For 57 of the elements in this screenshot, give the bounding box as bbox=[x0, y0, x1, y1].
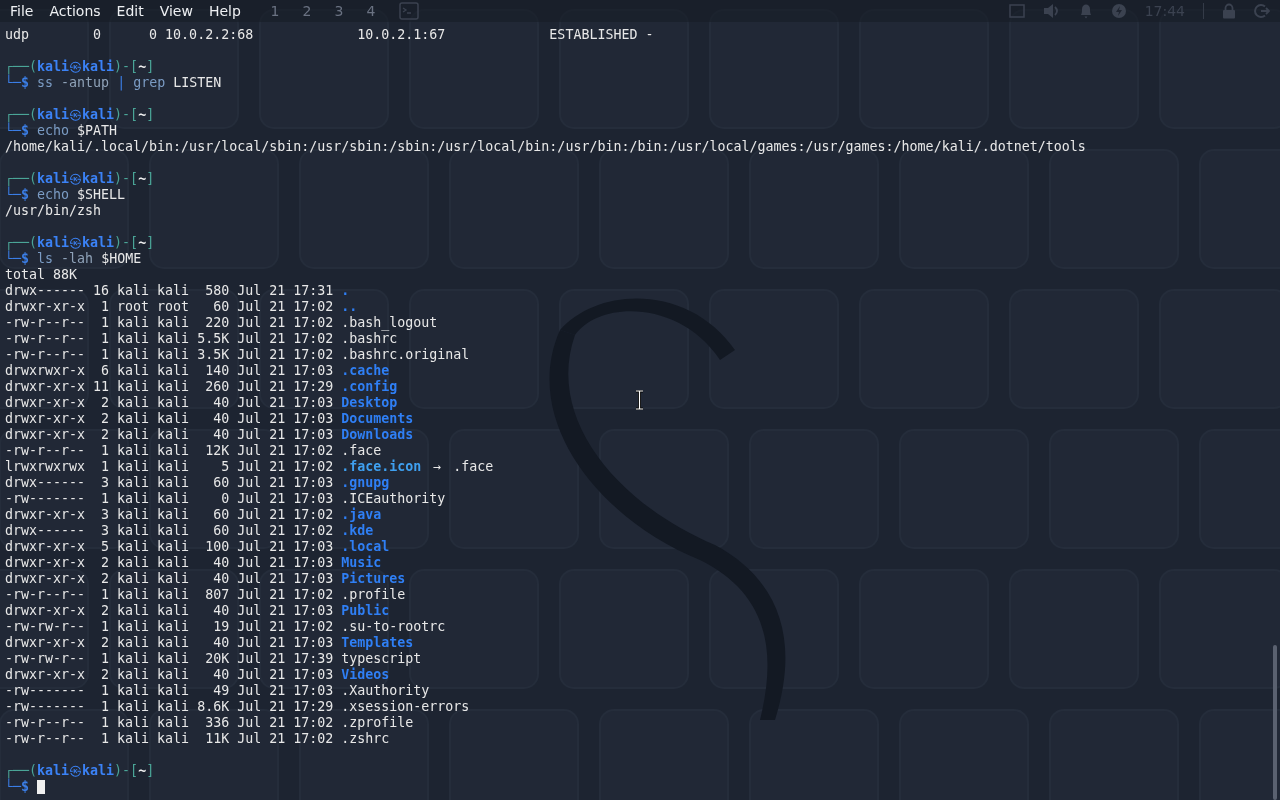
prompt-line: ┌──(kali㉿kali)-[~] bbox=[5, 171, 155, 187]
menu-item[interactable]: View bbox=[151, 1, 201, 21]
logout-icon[interactable] bbox=[1254, 3, 1270, 19]
prompt-line: ┌──(kali㉿kali)-[~] bbox=[5, 763, 155, 779]
listing-row: -rw-r--r-- 1 kali kali 5.5K Jul 21 17:02 .bashrc bbox=[5, 331, 398, 347]
listing-row: drwxr-xr-x 2 kali kali 40 Jul 21 17:03 Public bbox=[5, 603, 390, 619]
listing-row: -rw------- 1 kali kali 49 Jul 21 17:03 .Xauthority bbox=[5, 683, 430, 699]
lock-icon[interactable] bbox=[1222, 3, 1236, 19]
listing-row: drwxr-xr-x 3 kali kali 60 Jul 21 17:02 .java bbox=[5, 507, 382, 523]
listing-row: drwxr-xr-x 11 kali kali 260 Jul 21 17:29 .config bbox=[5, 379, 398, 395]
command-line: └─$ echo $PATH bbox=[5, 123, 118, 139]
listing-row: -rw-r--r-- 1 kali kali 807 Jul 21 17:02 .profile bbox=[5, 587, 406, 603]
listing-row: -rw------- 1 kali kali 8.6K Jul 21 17:29 .xsession-errors bbox=[5, 699, 470, 715]
listing-row: drwx------ 16 kali kali 580 Jul 21 17:31 . bbox=[5, 283, 350, 299]
listing-row: drwx------ 3 kali kali 60 Jul 21 17:02 .kde bbox=[5, 523, 374, 539]
terminal-icon[interactable] bbox=[398, 2, 419, 20]
speaker-icon[interactable] bbox=[1042, 3, 1061, 19]
bell-icon[interactable] bbox=[1078, 3, 1093, 19]
command-line: └─$ echo $SHELL bbox=[5, 187, 126, 203]
command-line: └─$ ls -lah $HOME bbox=[5, 251, 142, 267]
listing-row: drwx------ 3 kali kali 60 Jul 21 17:03 .gnupg bbox=[5, 475, 390, 491]
terminal-output: total 88K bbox=[5, 267, 78, 283]
scrollbar[interactable] bbox=[1273, 645, 1277, 800]
listing-row: -rw-r--r-- 1 kali kali 220 Jul 21 17:02 .bash_logout bbox=[5, 315, 438, 331]
menu-item[interactable]: Help bbox=[200, 1, 249, 21]
listing-row: drwxr-xr-x 2 kali kali 40 Jul 21 17:03 Downloads bbox=[5, 427, 414, 443]
listing-row: drwxr-xr-x 2 kali kali 40 Jul 21 17:03 Pictures bbox=[5, 571, 406, 587]
prompt-line: ┌──(kali㉿kali)-[~] bbox=[5, 59, 155, 75]
listing-row: -rw-rw-r-- 1 kali kali 19 Jul 21 17:02 .su-to-rootrc bbox=[5, 619, 446, 635]
network-icon[interactable] bbox=[1008, 4, 1025, 18]
terminal-output: udp 0 0 10.0.2.2:68 10.0.2.1:67 ESTABLISHED - bbox=[5, 27, 654, 43]
listing-row: -rw-r--r-- 1 kali kali 3.5K Jul 21 17:02 .bashrc.original bbox=[5, 347, 470, 363]
terminal-output: /home/kali/.local/bin:/usr/local/sbin:/usr/sbin:/sbin:/usr/local/bin:/usr/bin:/bin:/usr/local/games:/usr/games:/home/kali/.dotnet/tools bbox=[5, 139, 1086, 155]
text-cursor-icon bbox=[635, 390, 644, 410]
command-line: └─$ ss -antup | grep LISTEN bbox=[5, 75, 222, 91]
listing-row: drwxr-xr-x 2 kali kali 40 Jul 21 17:03 Music bbox=[5, 555, 382, 571]
listing-row: drwxr-xr-x 2 kali kali 40 Jul 21 17:03 Videos bbox=[5, 667, 390, 683]
listing-row: -rw-rw-r-- 1 kali kali 20K Jul 21 17:39 typescript bbox=[5, 651, 422, 667]
command-line: └─$ bbox=[5, 779, 30, 795]
listing-row: drwxr-xr-x 5 kali kali 100 Jul 21 17:03 .local bbox=[5, 539, 390, 555]
terminal-output: /usr/bin/zsh bbox=[5, 203, 102, 219]
listing-row: -rw------- 1 kali kali 0 Jul 21 17:03 .ICEauthority bbox=[5, 491, 446, 507]
prompt-line: ┌──(kali㉿kali)-[~] bbox=[5, 107, 155, 123]
listing-row: drwxr-xr-x 2 kali kali 40 Jul 21 17:03 Templates bbox=[5, 635, 414, 651]
listing-row: drwxr-xr-x 1 root root 60 Jul 21 17:02 .. bbox=[5, 299, 358, 315]
listing-row: drwxr-xr-x 2 kali kali 40 Jul 21 17:03 Documents bbox=[5, 411, 414, 427]
listing-row: -rw-r--r-- 1 kali kali 336 Jul 21 17:02 .zprofile bbox=[5, 715, 414, 731]
listing-row: -rw-r--r-- 1 kali kali 12K Jul 21 17:02 .face bbox=[5, 443, 382, 459]
listing-row: -rw-r--r-- 1 kali kali 11K Jul 21 17:02 .zshrc bbox=[5, 731, 390, 747]
listing-row: drwxrwxr-x 6 kali kali 140 Jul 21 17:03 .cache bbox=[5, 363, 390, 379]
menu-item[interactable]: Edit bbox=[108, 1, 152, 21]
listing-row: drwxr-xr-x 2 kali kali 40 Jul 21 17:03 Desktop bbox=[5, 395, 398, 411]
menu-item[interactable]: Actions bbox=[41, 1, 109, 21]
power-icon[interactable] bbox=[1110, 3, 1127, 19]
prompt-line: ┌──(kali㉿kali)-[~] bbox=[5, 235, 155, 251]
listing-row: lrwxrwxrwx 1 kali kali 5 Jul 21 17:02 .face.icon → .face bbox=[5, 459, 494, 475]
menu-item[interactable]: File bbox=[2, 1, 42, 21]
